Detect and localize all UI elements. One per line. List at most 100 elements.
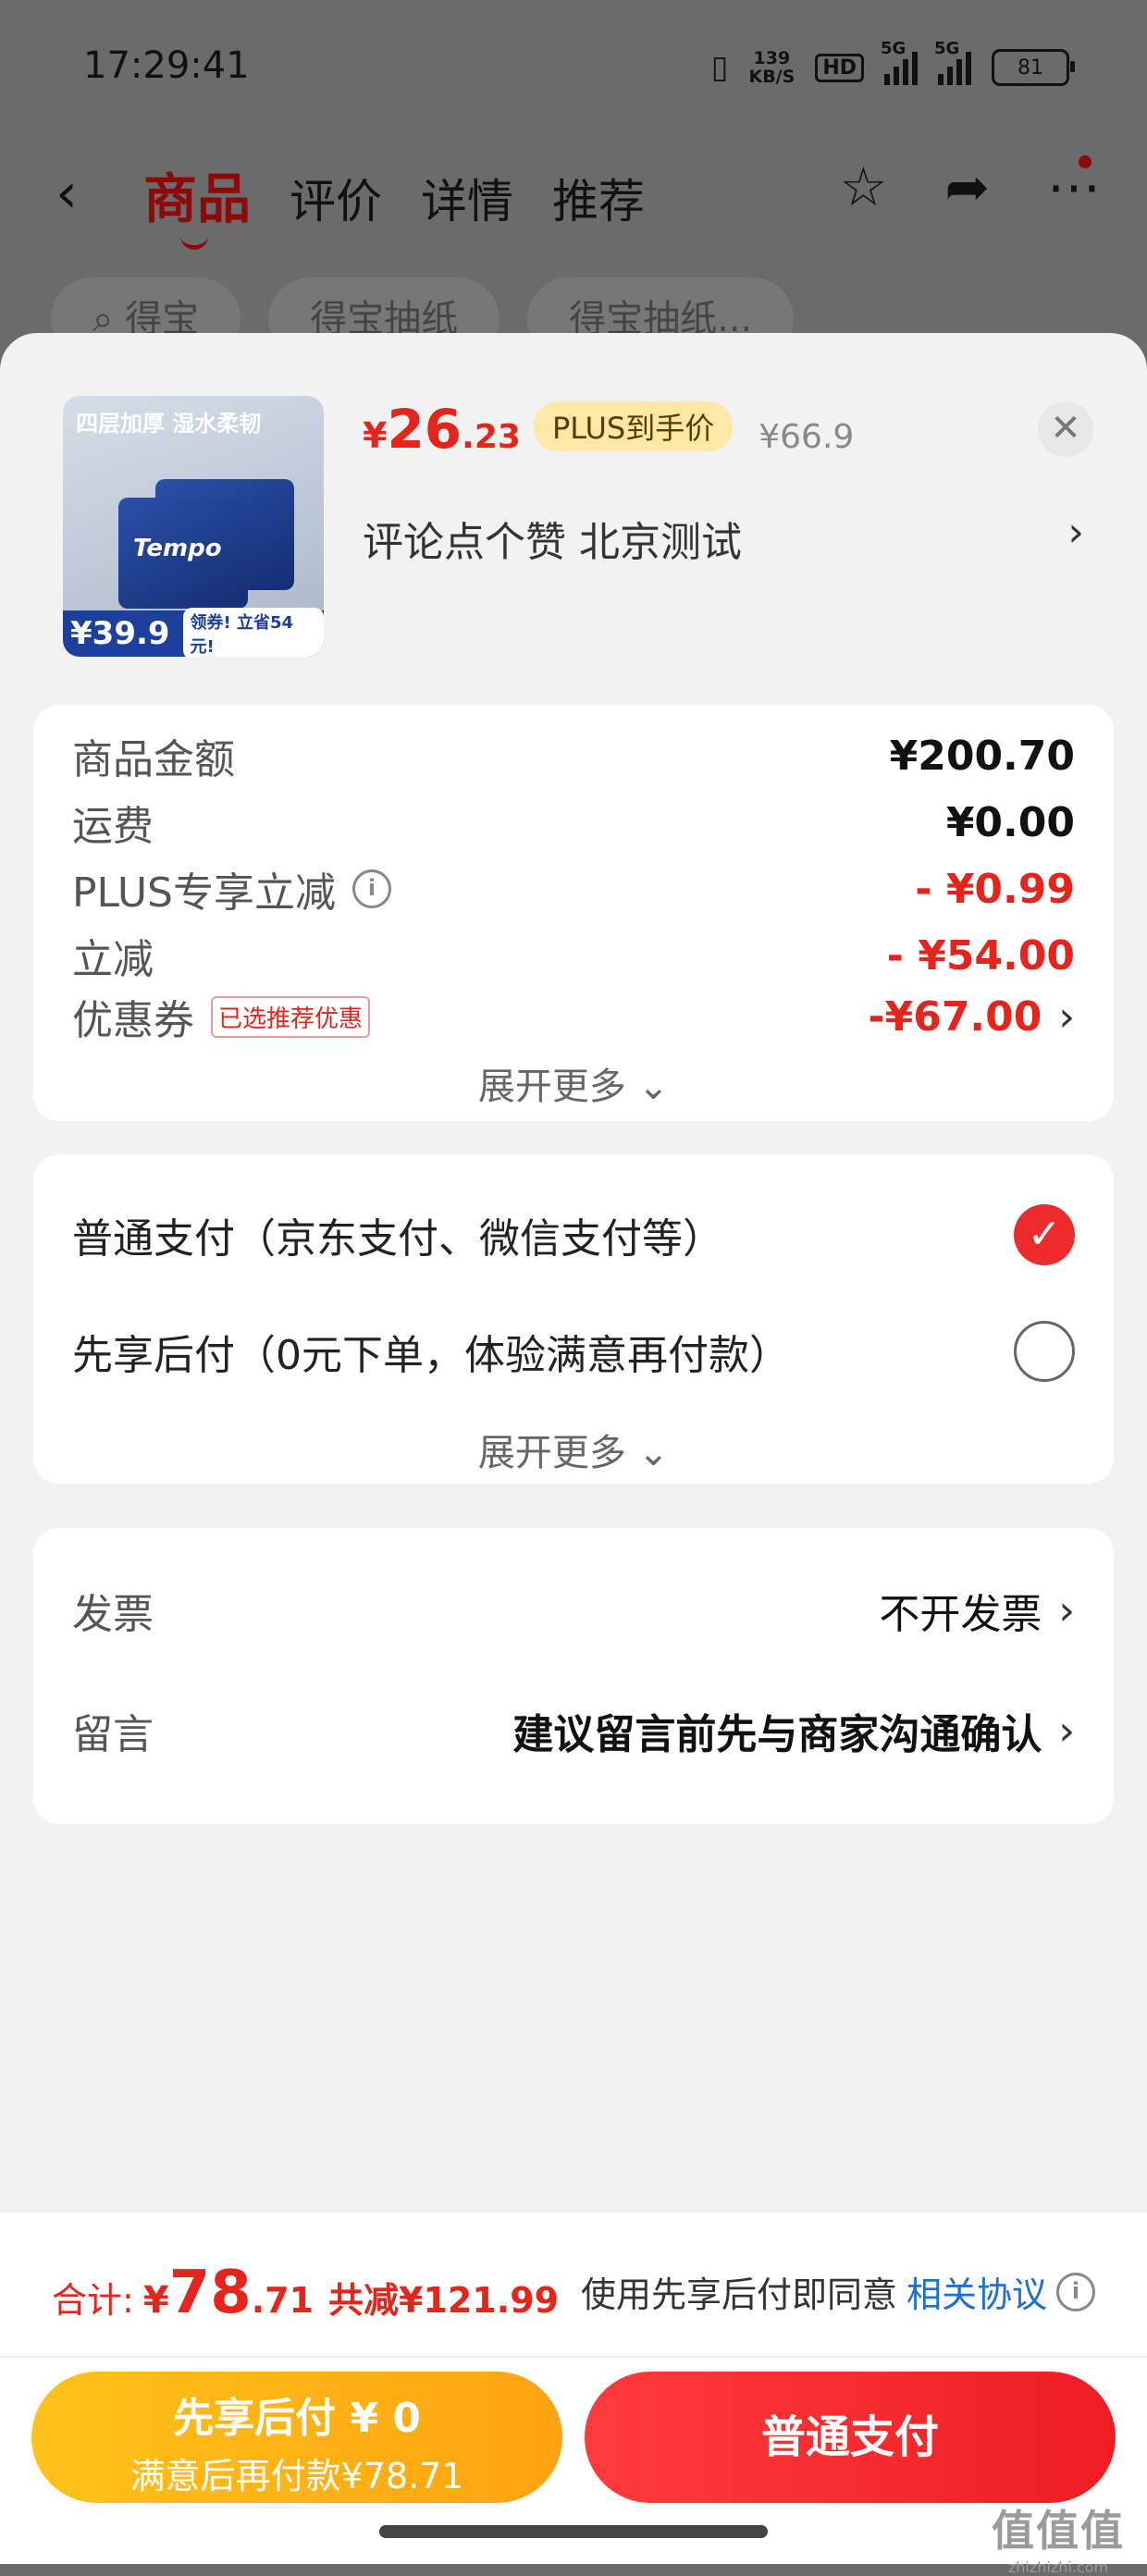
signal-icon-1: 5G	[881, 39, 918, 85]
price-summary-card: 商品金额 ¥200.70 运费 ¥0.00 PLUS专享立减 i - ¥0.99…	[33, 705, 1114, 1121]
thumb-price-banner: ¥39.9 领券! 立省54元!	[63, 608, 324, 657]
row-value: ¥200.70	[889, 732, 1075, 780]
divider	[0, 2356, 1147, 2358]
price-line: ¥26.23 PLUS到手价 ¥66.9	[363, 398, 854, 461]
pay-now-button[interactable]: 普通支付	[585, 2372, 1116, 2503]
signal-label-2: 5G	[934, 39, 960, 58]
star-icon[interactable]: ☆	[839, 155, 887, 218]
tab-reviews[interactable]: 评价	[290, 165, 382, 231]
agreement-text: 使用先享后付即同意	[580, 2274, 897, 2315]
row-label-wrap: PLUS专享立减 i	[72, 859, 391, 918]
summary-row-shipping: 运费 ¥0.00	[72, 790, 1075, 855]
row-label: 运费	[72, 803, 154, 850]
expand-more-button[interactable]: 展开更多 ⌄	[33, 1423, 1114, 1476]
agreement-link[interactable]: 相关协议	[906, 2266, 1047, 2317]
watermark-logo: 值值值	[992, 2506, 1125, 2556]
summary-row-coupon[interactable]: 优惠券 已选推荐优惠 -¥67.00 ›	[72, 984, 1075, 1049]
back-icon[interactable]: ‹	[56, 161, 78, 226]
signal-icon-2: 5G	[934, 39, 971, 85]
row-label-wrap: 优惠券 已选推荐优惠	[72, 987, 371, 1046]
payment-label: 普通支付（京东支付、微信支付等）	[72, 1215, 723, 1263]
thumb-promo: 领券! 立省54元!	[182, 608, 324, 657]
thumb-headline: 四层加厚 湿水柔韧	[76, 411, 262, 437]
total-line: 合计: ¥ 78 .71 共减¥121.99	[52, 2259, 559, 2327]
expand-label: 展开更多	[477, 1066, 626, 1108]
payment-card: 普通支付（京东支付、微信支付等） ✓ 先享后付（0元下单，体验满意再付款） 展开…	[33, 1154, 1114, 1484]
message-row[interactable]: 留言 建议留言前先与商家沟通确认 ›	[72, 1698, 1075, 1763]
row-value: ¥0.00	[945, 798, 1075, 846]
message-placeholder: 建议留言前先与商家沟通确认	[512, 1711, 1042, 1758]
product-thumbnail[interactable]: 四层加厚 湿水柔韧 Tempo ¥39.9 领券! 立省54元!	[63, 396, 324, 657]
sku-text: 评论点个赞 北京测试	[363, 519, 742, 566]
notification-dot	[1079, 155, 1092, 168]
vibrate-icon: ▯	[710, 49, 729, 86]
nav-tabs: 商品 评价 详情 推荐	[143, 155, 645, 250]
checkbox-checked-icon[interactable]: ✓	[1014, 1204, 1075, 1265]
chevron-right-icon: ›	[1058, 992, 1075, 1041]
signal-label-1: 5G	[881, 39, 906, 58]
tab-product[interactable]: 商品	[143, 155, 251, 250]
pay-later-button[interactable]: 先享后付 ¥ 0 满意后再付款¥78.71	[31, 2372, 562, 2503]
price-decimal: .23	[462, 418, 521, 456]
plus-price-tag: PLUS到手价	[533, 401, 734, 451]
pay-later-subtitle: 满意后再付款¥78.71	[130, 2456, 464, 2496]
chevron-right-icon: ›	[1058, 1707, 1075, 1755]
tab-details[interactable]: 详情	[421, 165, 513, 231]
total-decimal: .71	[251, 2280, 314, 2321]
invoice-row[interactable]: 发票 不开发票 ›	[72, 1578, 1075, 1643]
sku-selector[interactable]: 评论点个赞 北京测试 ›	[363, 509, 1084, 568]
summary-row-instant-discount: 立减 - ¥54.00	[72, 923, 1075, 988]
status-icons: ▯ 139 KB/S HD 5G 5G 81	[710, 39, 1075, 91]
row-label: 优惠券	[72, 997, 194, 1044]
chevron-right-icon: ›	[1058, 1586, 1075, 1634]
chevron-right-icon: ›	[1067, 509, 1084, 556]
agreement-line: 使用先享后付即同意 相关协议 i	[581, 2266, 1095, 2317]
row-label: 立减	[72, 936, 154, 983]
row-value: -¥67.00	[868, 992, 1042, 1041]
nav-icons: ☆ ➦ ⋯	[839, 155, 1101, 218]
original-price: ¥66.9	[758, 418, 855, 456]
home-indicator[interactable]	[379, 2525, 768, 2538]
checkbox-unchecked-icon[interactable]	[1014, 1321, 1075, 1382]
invoice-value: 不开发票	[879, 1591, 1042, 1638]
thumb-price: ¥39.9	[70, 615, 170, 652]
net-speed: 139 KB/S	[748, 49, 795, 86]
row-label: PLUS专享立减	[72, 869, 336, 917]
net-speed-value: 139	[753, 48, 791, 68]
payment-label: 先享后付（0元下单，体验满意再付款）	[72, 1332, 790, 1379]
message-label: 留言	[72, 1711, 154, 1758]
payment-option-normal[interactable]: 普通支付（京东支付、微信支付等） ✓	[72, 1202, 1075, 1267]
share-icon[interactable]: ➦	[944, 155, 990, 218]
message-field[interactable]: 建议留言前先与商家沟通确认 ›	[512, 1701, 1075, 1760]
row-value: - ¥54.00	[886, 931, 1075, 980]
checkout-footer: 合计: ¥ 78 .71 共减¥121.99 使用先享后付即同意 相关协议 i 先…	[0, 2212, 1147, 2564]
price-currency: ¥	[363, 415, 388, 456]
row-label: 商品金额	[72, 736, 235, 783]
watermark: 值值值 zhizhizhi.com	[992, 2497, 1125, 2576]
more-icon[interactable]: ⋯	[1047, 155, 1101, 218]
top-nav: ‹ 商品 评价 详情 推荐 ☆ ➦ ⋯	[0, 139, 1147, 250]
price-integer: 26	[387, 398, 462, 461]
row-value: - ¥0.99	[915, 865, 1075, 913]
status-bar: 17:29:41 ▯ 139 KB/S HD 5G 5G 81	[0, 0, 1147, 139]
brand-logo: Tempo	[133, 535, 222, 562]
expand-label: 展开更多	[477, 1432, 626, 1474]
pay-later-title: 先享后付 ¥ 0	[173, 2395, 421, 2442]
expand-more-button[interactable]: 展开更多 ⌄	[33, 1056, 1114, 1110]
tab-recommend[interactable]: 推荐	[552, 165, 645, 231]
total-label: 合计:	[52, 2280, 134, 2321]
info-icon[interactable]: i	[352, 869, 391, 908]
net-speed-unit: KB/S	[748, 67, 796, 87]
watermark-url: zhizhizhi.com	[1007, 2558, 1109, 2576]
close-icon[interactable]: ✕	[1038, 401, 1093, 457]
chevron-down-icon: ⌄	[637, 1066, 670, 1108]
battery-icon: 81	[992, 49, 1075, 86]
payment-option-later[interactable]: 先享后付（0元下单，体验满意再付款）	[72, 1319, 1075, 1384]
summary-row-goods: 商品金额 ¥200.70	[72, 723, 1075, 788]
info-icon[interactable]: i	[1056, 2272, 1095, 2311]
invoice-value-wrap: 不开发票 ›	[879, 1581, 1075, 1640]
total-saved: 共减¥121.99	[328, 2280, 560, 2321]
row-value-wrap: -¥67.00 ›	[868, 993, 1075, 1041]
invoice-label: 发票	[72, 1591, 154, 1638]
chevron-down-icon: ⌄	[637, 1432, 670, 1474]
